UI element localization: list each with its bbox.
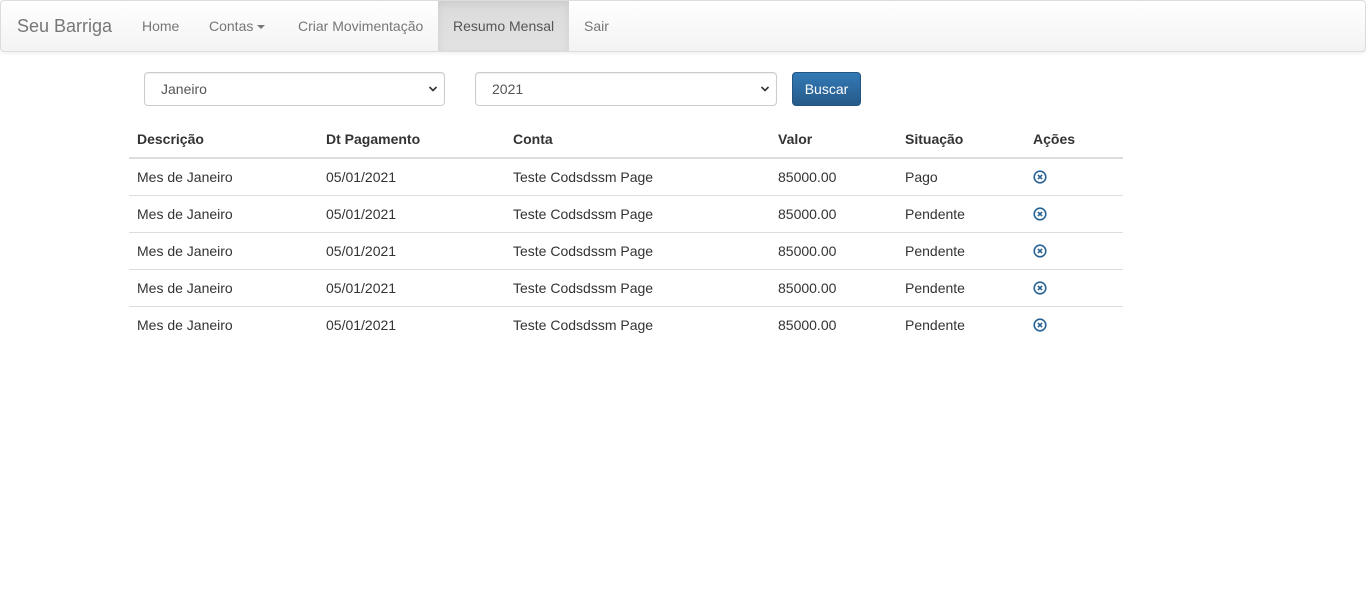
- cell-descricao: Mes de Janeiro: [137, 168, 233, 185]
- cell-conta: Teste Codsdssm Page: [505, 268, 770, 306]
- cell-valor: 85000.00: [778, 168, 837, 185]
- chevron-down-icon: [428, 86, 438, 92]
- cell-data: 05/01/2021: [318, 305, 505, 343]
- remove-circle-icon[interactable]: [1033, 318, 1047, 332]
- cell-situacao: Pendente: [897, 268, 1025, 306]
- cell-valor: 85000.00: [770, 194, 897, 232]
- nav-criar-movimentacao-label: Criar Movimentação: [298, 18, 424, 34]
- cell-acoes: [1025, 268, 1123, 306]
- nav-home-label: Home: [142, 18, 180, 34]
- header-conta: Conta: [505, 120, 770, 159]
- nav-criar-movimentacao[interactable]: Criar Movimentação: [283, 1, 438, 51]
- cell-valor: 85000.00: [770, 268, 897, 306]
- nav-resumo-mensal[interactable]: Resumo Mensal: [438, 1, 569, 51]
- nav-contas-dropdown[interactable]: Contas: [194, 1, 280, 51]
- cell-descricao: Mes de Janeiro: [129, 231, 318, 269]
- year-select[interactable]: 2021: [475, 72, 777, 106]
- header-acoes: Ações: [1025, 120, 1123, 159]
- navbar: Seu Barriga Home Contas Criar Movimentaç…: [0, 0, 1366, 52]
- cell-acoes: [1025, 194, 1123, 232]
- remove-circle-icon[interactable]: [1033, 206, 1047, 221]
- cell-valor: 85000.00: [770, 231, 897, 269]
- remove-circle-icon[interactable]: [1033, 280, 1047, 295]
- nav-sair-label: Sair: [584, 18, 609, 34]
- cell-data: 05/01/2021: [318, 268, 505, 306]
- cell-data: 05/01/2021: [318, 231, 505, 269]
- table-header-row: Descrição Dt Pagamento Conta Valor Situa…: [129, 120, 1123, 159]
- cell-situacao: Pago: [905, 168, 938, 185]
- month-select[interactable]: Janeiro: [144, 72, 445, 106]
- nav-contas-label: Contas: [209, 18, 254, 34]
- nav-resumo-mensal-label: Resumo Mensal: [453, 18, 555, 34]
- cell-acoes: [1025, 231, 1123, 269]
- chevron-down-icon: [760, 86, 770, 92]
- month-select-value: Janeiro: [161, 81, 207, 97]
- cell-descricao: Mes de Janeiro: [129, 305, 318, 343]
- cell-data: 05/01/2021: [318, 194, 505, 232]
- cell-valor: 85000.00: [770, 305, 897, 343]
- cell-situacao: Pendente: [897, 305, 1025, 343]
- cell-acoes: [1025, 305, 1123, 343]
- header-situacao: Situação: [897, 120, 1025, 159]
- table-row: Mes de Janeiro 05/01/2021 Teste Codsdssm…: [129, 158, 1123, 195]
- header-valor: Valor: [770, 120, 897, 159]
- cell-descricao: Mes de Janeiro: [129, 194, 318, 232]
- cell-data: 05/01/2021: [326, 168, 397, 185]
- cell-conta: Teste Codsdssm Page: [513, 168, 654, 185]
- remove-circle-icon[interactable]: [1033, 170, 1047, 184]
- cell-situacao: Pendente: [897, 231, 1025, 269]
- nav-sair[interactable]: Sair: [569, 1, 624, 51]
- header-descricao: Descrição: [129, 120, 318, 159]
- header-dt-pagamento: Dt Pagamento: [318, 120, 505, 159]
- cell-conta: Teste Codsdssm Page: [505, 305, 770, 343]
- remove-circle-icon[interactable]: [1033, 243, 1047, 258]
- caret-down-icon: [257, 25, 266, 30]
- table-row: Mes de Janeiro 05/01/2021 Teste Codsdssm…: [129, 231, 1123, 269]
- cell-acoes: [1025, 158, 1123, 195]
- brand-link[interactable]: Seu Barriga: [17, 15, 112, 37]
- year-select-value: 2021: [492, 81, 524, 97]
- cell-descricao: Mes de Janeiro: [129, 268, 318, 306]
- table-row: Mes de Janeiro 05/01/2021 Teste Codsdssm…: [129, 194, 1123, 232]
- buscar-button[interactable]: Buscar: [792, 72, 861, 106]
- cell-situacao: Pendente: [897, 194, 1025, 232]
- table-row: Mes de Janeiro 05/01/2021 Teste Codsdssm…: [129, 305, 1123, 343]
- table-row: Mes de Janeiro 05/01/2021 Teste Codsdssm…: [129, 268, 1123, 306]
- cell-conta: Teste Codsdssm Page: [505, 231, 770, 269]
- resumo-table: Descrição Dt Pagamento Conta Valor Situa…: [129, 120, 1123, 343]
- nav-home[interactable]: Home: [127, 1, 194, 51]
- cell-conta: Teste Codsdssm Page: [505, 194, 770, 232]
